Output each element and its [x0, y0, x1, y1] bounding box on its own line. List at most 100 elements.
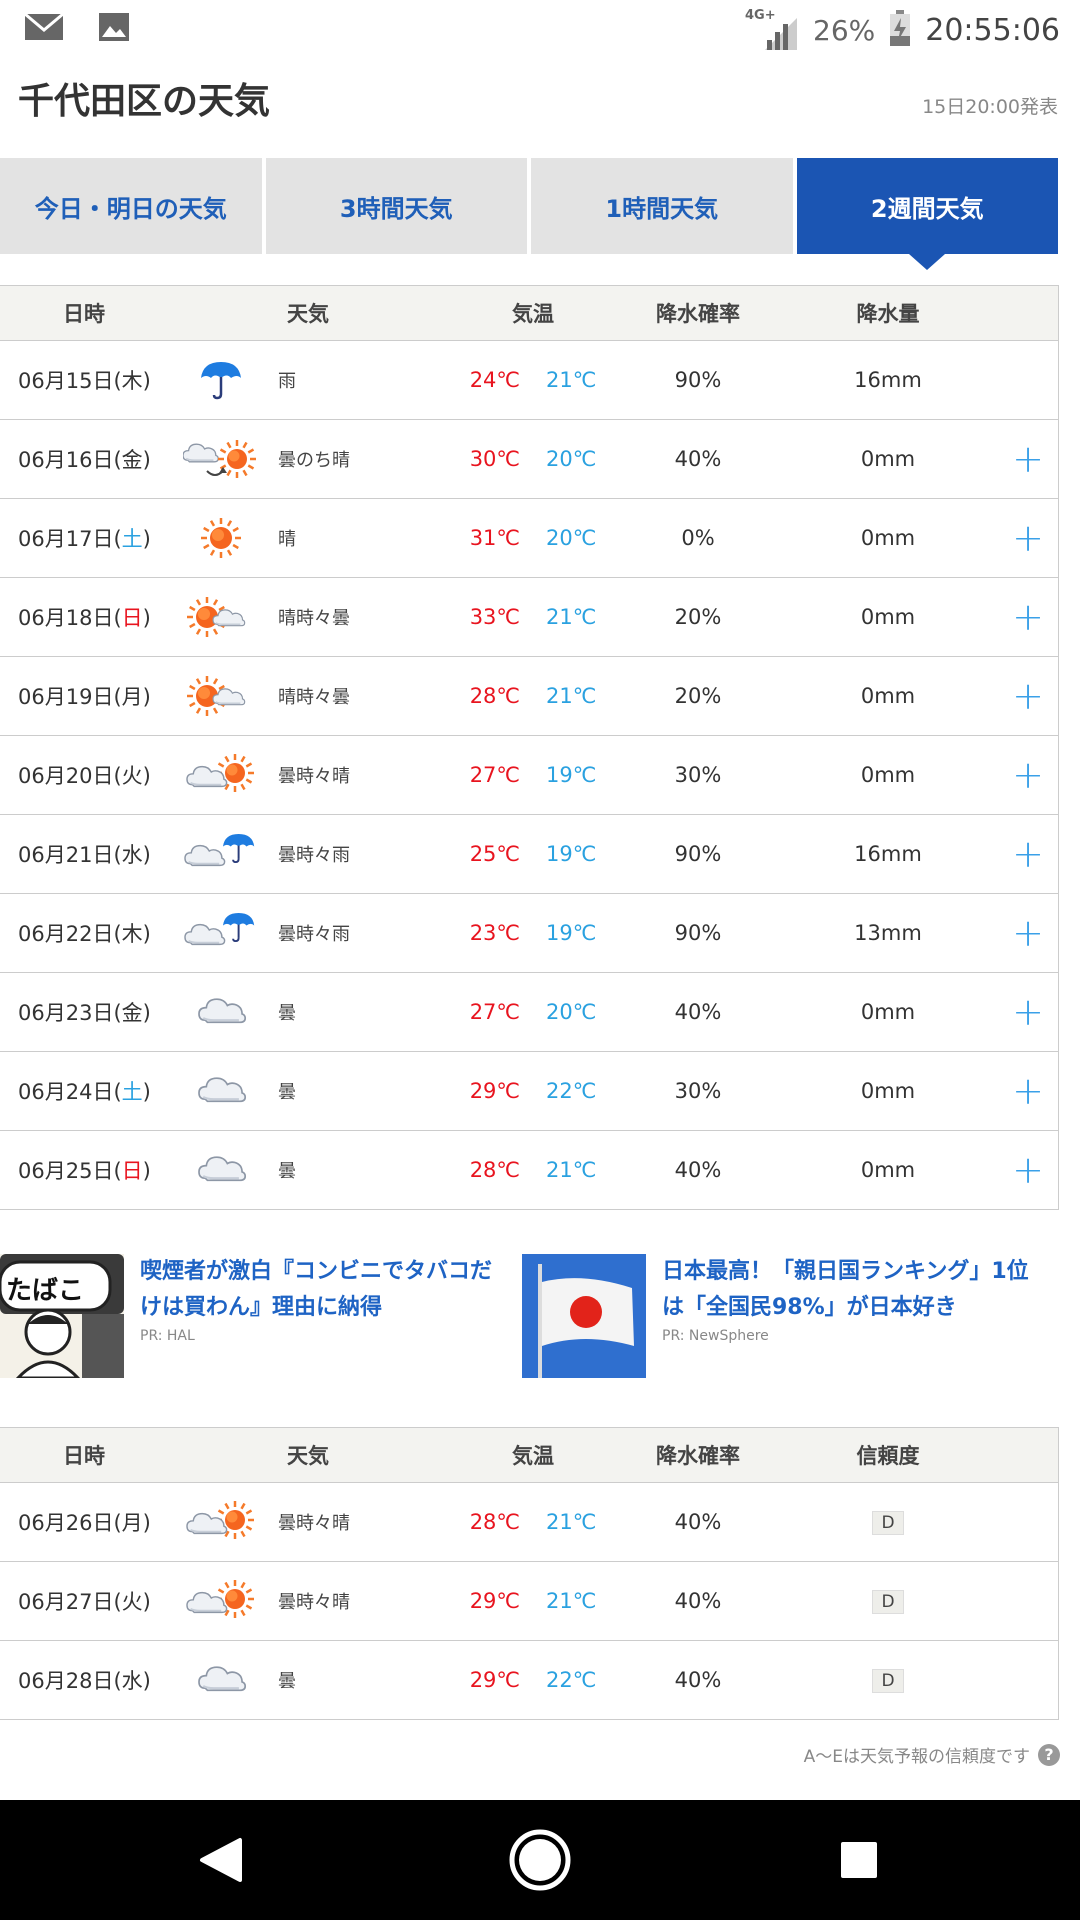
date-close: ) — [142, 606, 151, 630]
help-icon[interactable]: ? — [1038, 1743, 1060, 1766]
weather-cell: 晴時々曇 — [168, 674, 448, 718]
high-temp: 23℃ — [469, 921, 520, 945]
expand-plus-icon[interactable]: + — [998, 990, 1058, 1034]
date-close: ) — [142, 1001, 151, 1025]
table-row[interactable]: 06月23日(金) 曇 27℃ 20℃ 40% 0mm + — [0, 973, 1058, 1052]
announce-time: 15日20:00発表 — [922, 96, 1058, 118]
temp-cell: 27℃ 20℃ — [448, 1000, 618, 1024]
expand-plus-icon[interactable]: + — [998, 1148, 1058, 1192]
signal-icon: 4G+ — [745, 8, 799, 50]
precip-amount: 0mm — [860, 526, 916, 550]
gallery-icon — [98, 12, 130, 46]
page-title: 千代田区の天気 — [18, 81, 271, 122]
date-text: 06月19日( — [18, 685, 122, 709]
temp-cell: 23℃ 19℃ — [448, 921, 618, 945]
expand-plus-icon[interactable]: + — [998, 516, 1058, 560]
low-temp: 19℃ — [546, 921, 597, 945]
expand-plus-icon[interactable]: + — [998, 674, 1058, 718]
expand-plus-icon[interactable]: + — [998, 753, 1058, 797]
high-temp: 29℃ — [469, 1589, 520, 1613]
weather-text: 曇 — [278, 1161, 296, 1182]
tab-3-hour[interactable]: 3時間天気 — [265, 158, 527, 254]
high-temp: 28℃ — [469, 1510, 520, 1534]
home-button[interactable] — [509, 1829, 571, 1891]
cloud-sometimes-sun-icon — [168, 753, 278, 797]
date-text: 06月18日( — [18, 606, 122, 630]
reliability-cell: D — [778, 1588, 998, 1614]
date-cell: 06月28日(水) — [0, 1665, 168, 1695]
tab-1-hour[interactable]: 1時間天気 — [531, 158, 793, 254]
date-text: 06月21日( — [18, 843, 122, 867]
weather-cell: 晴 — [168, 516, 448, 560]
back-button[interactable] — [200, 1838, 242, 1882]
precip-prob: 20% — [674, 684, 722, 708]
tab-today-tomorrow[interactable]: 今日・明日の天気 — [0, 158, 262, 254]
date-close: ) — [142, 1159, 151, 1183]
precip-prob: 40% — [674, 1000, 722, 1024]
expand-plus-icon[interactable]: + — [998, 595, 1058, 639]
japan-flag-photo[interactable] — [522, 1254, 646, 1378]
recents-button[interactable] — [841, 1842, 877, 1878]
precip-prob: 40% — [674, 1668, 722, 1692]
date-close: ) — [142, 1511, 151, 1535]
date-text: 06月22日( — [18, 922, 122, 946]
table-row[interactable]: 06月24日(土) 曇 29℃ 22℃ 30% 0mm + — [0, 1052, 1058, 1131]
low-temp: 21℃ — [546, 684, 597, 708]
reliability-badge: D — [872, 1590, 904, 1614]
ad-headline[interactable]: 喫煙者が激白『コンビニでタバコだけは買わん』理由に納得 — [140, 1254, 510, 1326]
table-row[interactable]: 06月19日(月) 晴時々曇 28℃ 21℃ 20% 0mm + — [0, 657, 1058, 736]
expand-plus-icon[interactable]: + — [998, 1069, 1058, 1113]
date-close: ) — [142, 369, 151, 393]
weather-text: 曇のち晴 — [278, 450, 350, 471]
table-row[interactable]: 06月21日(水) 曇時々雨 25℃ 19℃ 90% 16mm + — [0, 815, 1058, 894]
forecast-table-week: 日時 天気 気温 降水確率 降水量 06月15日(木) 雨 24℃ 21℃ 90% 16… — [0, 285, 1059, 1210]
expand-plus-icon[interactable]: + — [998, 911, 1058, 955]
table-row[interactable]: 06月17日(土) 晴 31℃ 20℃ 0% 0mm + — [0, 499, 1058, 578]
table-row[interactable]: 06月22日(木) 曇時々雨 23℃ 19℃ 90% 13mm + — [0, 894, 1058, 973]
date-cell: 06月23日(金) — [0, 997, 168, 1027]
umbrella-icon — [168, 358, 278, 402]
date-close: ) — [142, 764, 151, 788]
low-temp: 21℃ — [546, 1510, 597, 1534]
reliability-badge: D — [872, 1669, 904, 1693]
table-row[interactable]: 06月20日(火) 曇時々晴 27℃ 19℃ 30% 0mm + — [0, 736, 1058, 815]
col-temp: 気温 — [512, 302, 554, 326]
cloud-sometimes-sun-icon — [168, 1500, 278, 1544]
date-text: 06月24日( — [18, 1080, 122, 1104]
precip-prob: 30% — [674, 763, 722, 787]
day-of-week: 月 — [121, 1511, 143, 1535]
weather-cell: 曇 — [168, 1069, 448, 1113]
tab-2-week[interactable]: 2週間天気 — [796, 158, 1058, 254]
table-row[interactable]: 06月16日(金) 曇のち晴 30℃ 20℃ 40% 0mm + — [0, 420, 1058, 499]
date-text: 06月16日( — [18, 448, 122, 472]
precip-amount: 16mm — [854, 842, 922, 866]
date-cell: 06月19日(月) — [0, 681, 168, 711]
date-text: 06月20日( — [18, 764, 122, 788]
temp-cell: 27℃ 19℃ — [448, 763, 618, 787]
battery-percent: 26% — [813, 13, 876, 47]
precip-prob: 40% — [674, 1510, 722, 1534]
tobacco-shop-illustration[interactable]: たばこ — [0, 1254, 124, 1378]
high-temp: 33℃ — [469, 605, 520, 629]
date-text: 06月28日( — [18, 1669, 122, 1693]
low-temp: 20℃ — [546, 526, 597, 550]
weather-cell: 曇時々雨 — [168, 911, 448, 955]
reliability-cell: D — [778, 1509, 998, 1535]
expand-plus-icon[interactable]: + — [998, 437, 1058, 481]
weather-cell: 曇 — [168, 1148, 448, 1192]
ad-headline[interactable]: 日本最高！「親日国ランキング」1位は「全国民98%」が日本好き — [662, 1254, 1042, 1326]
precip-prob: 20% — [674, 605, 722, 629]
expand-plus-icon[interactable]: + — [998, 832, 1058, 876]
status-bar: 4G+ 26% 20:55:06 — [0, 0, 1080, 60]
table-row[interactable]: 06月18日(日) 晴時々曇 33℃ 21℃ 20% 0mm + — [0, 578, 1058, 657]
day-of-week: 水 — [121, 1669, 143, 1693]
table-row[interactable]: 06月25日(日) 曇 28℃ 21℃ 40% 0mm + — [0, 1131, 1058, 1210]
temp-cell: 29℃ 22℃ — [448, 1079, 618, 1103]
weather-text: 晴時々曇 — [278, 687, 350, 708]
table-row: 06月27日(火) 曇時々晴 29℃ 21℃ 40% D — [0, 1562, 1058, 1641]
ad-item[interactable]: 日本最高！「親日国ランキング」1位は「全国民98%」が日本好き PR: NewS… — [522, 1254, 1042, 1378]
precip-prob: 40% — [674, 1589, 722, 1613]
date-close: ) — [142, 448, 151, 472]
precip-amount: 0mm — [860, 1079, 916, 1103]
ad-item[interactable]: たばこ 喫煙者が激白『コンビニでタバコだけは買わん』理由に納得 PR: HAL — [0, 1254, 510, 1378]
